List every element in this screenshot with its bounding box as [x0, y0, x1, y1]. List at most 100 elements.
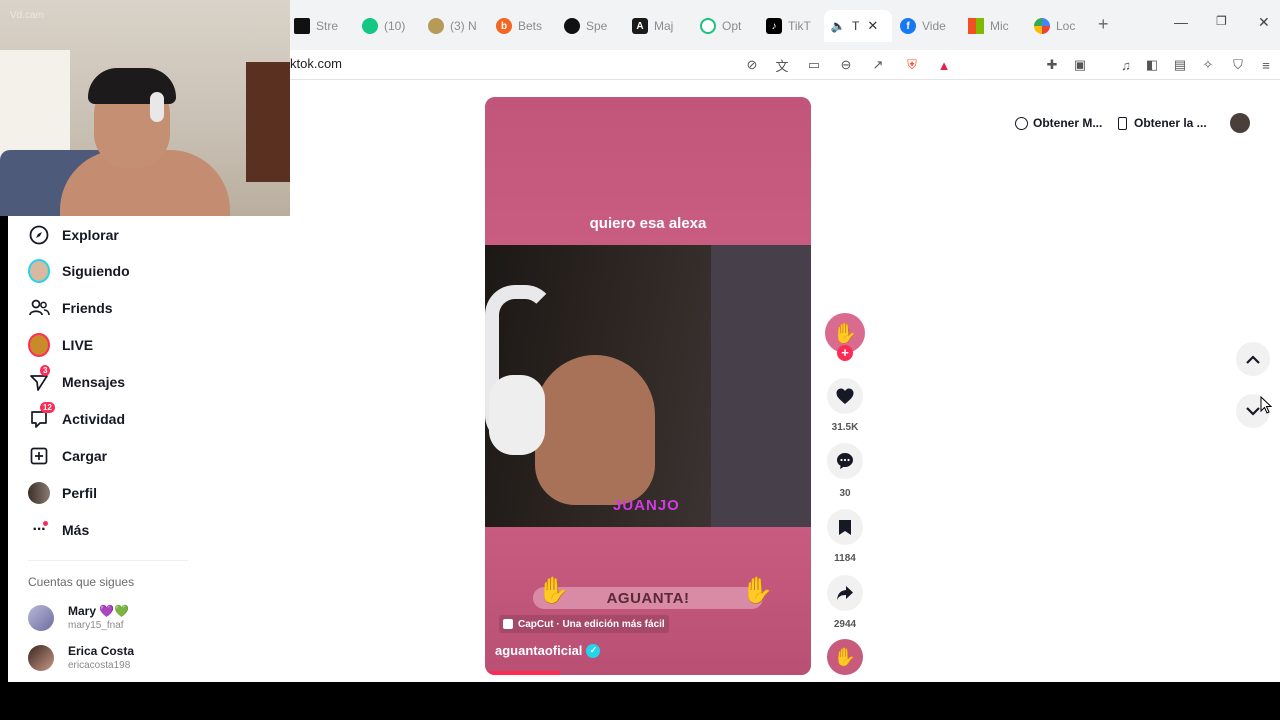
account-name: Erica Costa: [68, 644, 135, 658]
music-disc[interactable]: ✋: [827, 639, 863, 675]
speaker-icon: 🔈: [830, 19, 846, 33]
tab-strip: Stre (10) (3) N b Bets Spe A Maj Opt ♪ TikT…: [290, 0, 1280, 50]
chevron-down-icon: [1246, 406, 1260, 416]
video-caption: quiero esa alexa: [589, 215, 707, 232]
webcam-watermark: Vd.cam: [10, 10, 44, 21]
left-edge-bar: [0, 216, 8, 682]
rewards-icon[interactable]: ▲: [934, 55, 954, 75]
sidebar-item-label: Mensajes: [62, 374, 126, 390]
o-icon: [700, 18, 716, 34]
like-button[interactable]: [827, 378, 863, 414]
extensions-icon[interactable]: ✚: [1042, 55, 1062, 75]
share-button[interactable]: [827, 575, 863, 611]
sidebar: Explorar Siguiendo Friends LIVE 3 Mensaj…: [8, 216, 208, 682]
previous-video-button[interactable]: [1236, 342, 1270, 376]
sidebar-item-live[interactable]: LIVE: [28, 331, 93, 359]
wallet-icon[interactable]: ▤: [1170, 55, 1190, 75]
friends-icon: [28, 297, 50, 319]
address-toolbar: ktok.com ⊘ 文 ▭ ⊖ ↗ ⛨ ▲ ✚ ▣ ♫ ◧ ▤ ✧ ⛉ ≡: [290, 50, 1280, 80]
tab-label: T: [852, 19, 860, 33]
twitch-like-icon: [294, 18, 310, 34]
following-account-erica[interactable]: Erica Costa ericacosta198: [28, 644, 134, 671]
tab-11[interactable]: Loc: [1034, 12, 1096, 40]
no-translate-icon[interactable]: ⊘: [742, 55, 762, 75]
sidebar-item-label: Explorar: [62, 227, 119, 243]
cast-icon[interactable]: ▭: [804, 55, 824, 75]
comment-button[interactable]: [827, 443, 863, 479]
capcut-tag[interactable]: CapCut · Una edición más fácil: [499, 615, 669, 633]
video-overlay-name: JUANJO: [613, 497, 680, 514]
sidebar-item-perfil[interactable]: Perfil: [28, 479, 97, 507]
heart-icon: [836, 388, 854, 404]
zoom-icon[interactable]: ⊖: [836, 55, 856, 75]
get-app-button[interactable]: Obtener M...: [1015, 113, 1102, 133]
menu-icon[interactable]: ≡: [1256, 55, 1276, 75]
share-arrow-icon: [837, 586, 853, 600]
inbox-icon: 12: [28, 402, 55, 430]
sidebar-item-explorar[interactable]: Explorar: [28, 221, 119, 249]
notification-badge: 12: [40, 402, 55, 413]
close-tab-icon[interactable]: ✕: [867, 18, 878, 34]
save-button[interactable]: [827, 509, 863, 545]
sidebar-item-siguiendo[interactable]: Siguiendo: [28, 257, 130, 285]
tab-2[interactable]: (3) N: [428, 12, 490, 40]
translate-icon[interactable]: 文: [772, 55, 792, 75]
tab-9[interactable]: f Vide: [900, 12, 962, 40]
sidebar-item-label: Actividad: [62, 411, 126, 427]
verified-icon: ✓: [586, 643, 601, 658]
video-author[interactable]: aguantaoficial ✓: [495, 643, 601, 658]
sidebar-item-cargar[interactable]: Cargar: [28, 442, 107, 470]
facebook-icon: f: [900, 18, 916, 34]
music-icon[interactable]: ♫: [1116, 55, 1136, 75]
sidebar-item-friends[interactable]: Friends: [28, 294, 113, 322]
share-icon[interactable]: ↗: [868, 55, 888, 75]
tab-label: Opt: [722, 19, 742, 33]
comment-count: 30: [839, 488, 851, 499]
compass-icon: [28, 224, 50, 246]
avatar: [28, 644, 54, 671]
phone-icon: [1118, 116, 1127, 130]
sidebar-item-mensajes[interactable]: 3 Mensajes: [28, 365, 126, 396]
tab-0[interactable]: Stre: [294, 12, 356, 40]
leo-icon[interactable]: ✧: [1198, 55, 1218, 75]
sidebar-item-actividad[interactable]: 12 Actividad: [28, 402, 126, 433]
sidebar-icon[interactable]: ◧: [1142, 55, 1162, 75]
video-clip: JUANJO: [485, 245, 811, 527]
tab-label: Loc: [1056, 19, 1076, 33]
following-account-mary[interactable]: Mary 💜💚 mary15_fnaf: [28, 604, 129, 631]
tab-6[interactable]: Opt: [700, 12, 762, 40]
profile-avatar[interactable]: [1230, 113, 1250, 133]
tab-label: Bets: [518, 19, 543, 33]
browser-window: Stre (10) (3) N b Bets Spe A Maj Opt ♪ TikT…: [0, 0, 1280, 682]
brave-shield-icon[interactable]: ⛨: [902, 55, 922, 75]
video-progress-bar[interactable]: [485, 671, 560, 675]
tab-4[interactable]: Spe: [564, 12, 626, 40]
letterbox-bar: [0, 682, 1280, 720]
follow-plus-icon[interactable]: +: [837, 345, 853, 361]
sidebar-item-mas[interactable]: ··· Más: [28, 516, 89, 544]
tab-active[interactable]: 🔈 T ✕: [824, 10, 892, 42]
close-window-icon[interactable]: ✕: [1258, 14, 1270, 31]
tab-10[interactable]: Mic: [968, 12, 1030, 40]
new-tab-button[interactable]: +: [1098, 14, 1109, 35]
restore-icon[interactable]: ❐: [1216, 14, 1227, 28]
profile-icon: [28, 482, 50, 504]
tab-3[interactable]: b Bets: [496, 12, 558, 40]
tab-label: Vide: [922, 19, 946, 33]
tab-7[interactable]: ♪ TikT: [766, 12, 828, 40]
minimize-icon[interactable]: —: [1174, 14, 1188, 30]
capcut-label: CapCut · Una edición más fácil: [518, 618, 665, 630]
vpn-icon[interactable]: ⛉: [1228, 55, 1248, 75]
a-icon: A: [632, 18, 648, 34]
sidebar-item-label: Siguiendo: [62, 263, 130, 279]
webcam-door-background: [246, 62, 290, 182]
get-mobile-app-button[interactable]: Obtener la ...: [1118, 113, 1207, 133]
address-bar[interactable]: ktok.com: [290, 56, 342, 71]
avatar-icon: [28, 259, 50, 283]
tab-5[interactable]: A Maj: [632, 12, 694, 40]
tab-1[interactable]: (10): [362, 12, 424, 40]
sidebar-item-label: LIVE: [62, 337, 94, 353]
screenshot-icon[interactable]: ▣: [1070, 55, 1090, 75]
video-player[interactable]: quiero esa alexa JUANJO ✋ ✋ AGUANTA! Cap…: [485, 97, 811, 675]
author-name: aguantaoficial: [495, 643, 583, 658]
